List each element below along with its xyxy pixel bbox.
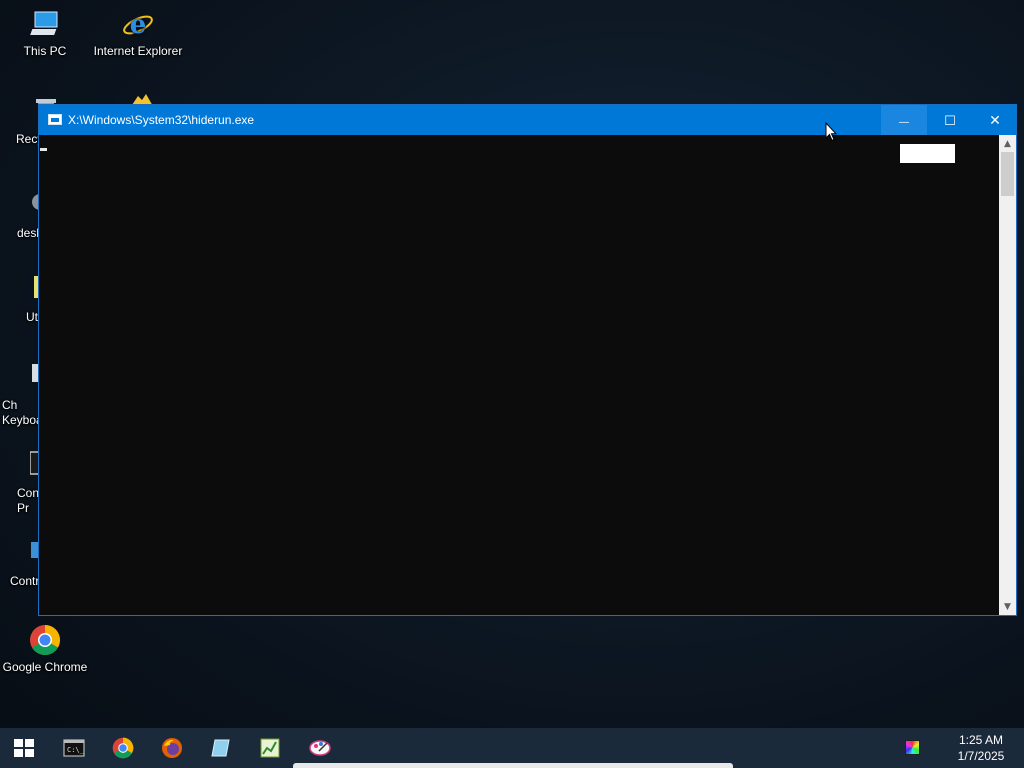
this-pc-icon: [29, 8, 61, 40]
paint-icon: [309, 740, 331, 756]
desktop-icon-label: Contr: [10, 574, 40, 588]
text-cursor: [40, 148, 47, 151]
taskbar-firefox[interactable]: [148, 728, 196, 768]
taskbar-paint[interactable]: [296, 728, 344, 768]
internet-explorer-icon: e: [122, 8, 154, 40]
notepad-icon: [211, 739, 230, 757]
desktop-icon-google-chrome[interactable]: Google Chrome: [0, 624, 90, 675]
svg-text:e: e: [130, 10, 147, 40]
desktop-icon-label: Google Chrome: [2, 660, 88, 674]
desktop-icon-command-prompt[interactable]: Con Pr: [0, 450, 41, 516]
desktop-icon-internet-explorer[interactable]: e Internet Explorer: [93, 8, 183, 59]
desktop-icon-label: Con Pr: [17, 486, 40, 515]
chevron-up-icon: ▲: [1004, 139, 1011, 149]
chart-app-icon: [260, 738, 280, 758]
desktop-icon-utility[interactable]: Ut: [0, 274, 40, 325]
cmd-icon: C:\_: [63, 739, 85, 757]
console-window[interactable]: X:\Windows\System32\hiderun.exe — ☐ ✕ ▲ …: [38, 104, 1017, 616]
taskbar-clock[interactable]: 1:25 AM 1/7/2025: [945, 732, 1017, 764]
chrome-icon: [29, 624, 61, 656]
desktop-icon-keyboard[interactable]: Ch Keyboa: [0, 362, 43, 428]
console-app-icon: [48, 114, 62, 125]
windows-start-icon: [14, 739, 34, 757]
close-button[interactable]: ✕: [972, 105, 1018, 135]
mouse-pointer-icon: [825, 122, 837, 142]
scroll-up-button[interactable]: ▲: [999, 135, 1016, 152]
clock-date: 1/7/2025: [957, 749, 1005, 763]
window-title: X:\Windows\System32\hiderun.exe: [68, 113, 255, 127]
scroll-down-button[interactable]: ▼: [999, 598, 1016, 615]
scrollbar-thumb[interactable]: [1001, 152, 1014, 196]
vertical-scrollbar[interactable]: ▲ ▼: [999, 135, 1016, 615]
taskbar-chart-app[interactable]: [246, 728, 294, 768]
display-color-icon[interactable]: [905, 740, 920, 755]
console-output-area[interactable]: [39, 135, 1000, 615]
desktop-icon-control-panel[interactable]: Contr: [0, 538, 40, 589]
maximize-icon: ☐: [944, 114, 956, 129]
desktop-icon-label: Internet Explorer: [93, 44, 183, 58]
minimize-icon: —: [899, 117, 909, 128]
desktop-icon-this-pc[interactable]: This PC: [0, 8, 90, 59]
chrome-icon: [112, 737, 134, 759]
desktop-icon-label: Ut: [26, 310, 38, 324]
firefox-icon: [162, 738, 182, 758]
taskbar-chrome[interactable]: [99, 728, 147, 768]
window-titlebar[interactable]: X:\Windows\System32\hiderun.exe — ☐ ✕: [39, 105, 1016, 135]
chevron-down-icon: ▼: [1004, 602, 1011, 612]
taskbar-cmd[interactable]: C:\_: [50, 728, 98, 768]
taskbar: C:\_ 1:25 AM 1/7/2025: [0, 728, 1024, 768]
clock-time: 1:25 AM: [958, 733, 1004, 747]
highlighted-block: [900, 144, 955, 163]
minimize-button[interactable]: —: [881, 105, 927, 135]
svg-text:C:\_: C:\_: [67, 746, 85, 754]
start-button[interactable]: [0, 728, 48, 768]
close-icon: ✕: [989, 113, 1001, 129]
popup-edge: [293, 763, 733, 768]
taskbar-notes[interactable]: [197, 728, 245, 768]
desktop-icon-label: desk: [17, 226, 43, 240]
desktop-icon-label: Ch Keyboa: [2, 398, 43, 427]
desktop-icon-desk[interactable]: desk: [0, 190, 48, 241]
desktop-icon-label: This PC: [23, 44, 67, 58]
maximize-button[interactable]: ☐: [927, 105, 973, 135]
